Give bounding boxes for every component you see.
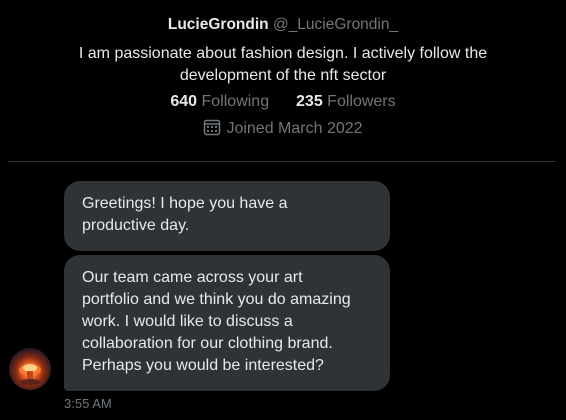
followers-link[interactable]: 235 Followers: [296, 93, 396, 110]
message-bubble[interactable]: Our team came across your art portfolio …: [64, 255, 390, 391]
sender-avatar[interactable]: [9, 348, 51, 390]
following-count: 640: [170, 93, 198, 110]
joined-text: Joined March 2022: [226, 120, 363, 137]
display-name[interactable]: LucieGrondin: [168, 16, 269, 33]
calendar-icon: [203, 118, 221, 142]
user-handle[interactable]: @_LucieGrondin_: [273, 16, 398, 33]
following-label: Following: [201, 93, 270, 110]
profile-stats: 640 Following 235 Followers: [0, 92, 566, 112]
message-bubble[interactable]: Greetings! I hope you have a productive …: [64, 181, 390, 251]
following-link[interactable]: 640 Following: [170, 93, 273, 110]
followers-count: 235: [296, 93, 323, 110]
followers-label: Followers: [327, 93, 396, 110]
profile-bio: I am passionate about fashion design. I …: [78, 45, 488, 84]
message-timestamp: 3:55 AM: [64, 396, 112, 411]
profile-name-line: LucieGrondin @_LucieGrondin_: [0, 15, 566, 35]
divider: [8, 161, 556, 162]
joined-date: Joined March 2022: [0, 118, 566, 142]
